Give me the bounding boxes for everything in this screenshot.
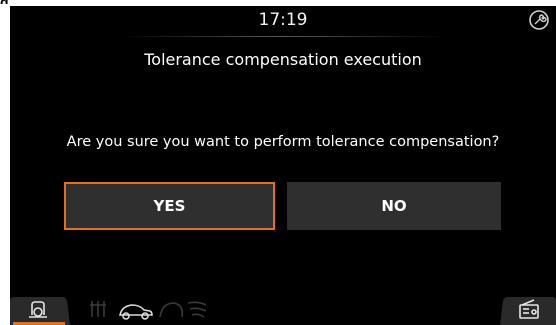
wiper-icon <box>159 301 207 318</box>
caption-fragment: g <box>0 0 22 4</box>
radio-tab[interactable] <box>500 295 556 325</box>
dialog-title: Tolerance compensation execution <box>144 50 422 69</box>
confirmation-question: Are you sure you want to perform toleran… <box>66 134 500 150</box>
vehicle-settings-tab[interactable] <box>10 295 70 325</box>
yes-button[interactable]: YES <box>64 182 275 230</box>
no-button[interactable]: NO <box>287 182 501 230</box>
bottom-tab-bar <box>10 285 556 325</box>
yes-button-label: YES <box>153 197 186 215</box>
header-divider <box>120 36 446 37</box>
clock: 17:19 <box>258 10 308 30</box>
fan-icon <box>90 301 106 317</box>
no-button-label: NO <box>381 197 407 215</box>
display-screen: 17:19 Tolerance compensation execution A… <box>10 6 556 325</box>
car-icon <box>119 304 153 320</box>
service-wrench-icon <box>529 10 549 30</box>
inactive-function-icons <box>90 301 207 320</box>
